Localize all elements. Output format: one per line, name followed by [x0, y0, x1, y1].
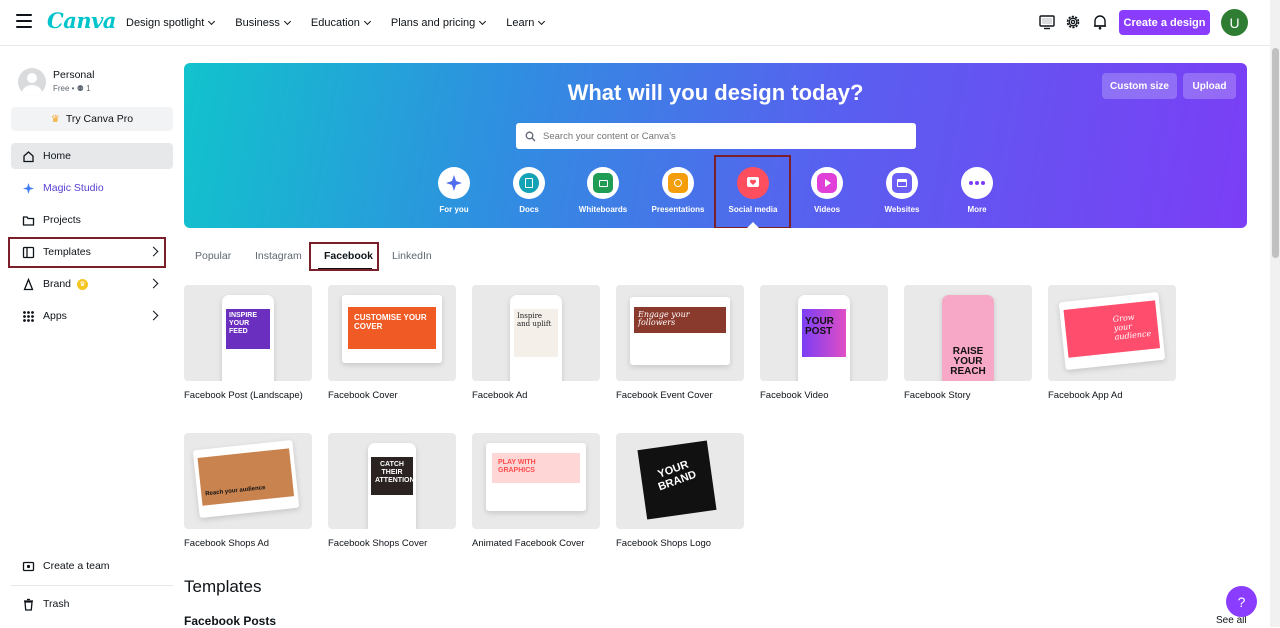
profile-avatar[interactable] — [18, 68, 46, 96]
template-card[interactable]: Engage your followers Facebook Event Cov… — [616, 285, 744, 401]
presentation-icon — [668, 173, 688, 193]
search-icon — [525, 131, 536, 141]
top-bar: Canva Design spotlight Business Educatio… — [0, 0, 1280, 46]
try-canva-pro-button[interactable]: ♛ Try Canva Pro — [11, 107, 173, 131]
search-bar[interactable] — [516, 123, 916, 149]
upload-button[interactable]: Upload — [1183, 73, 1236, 99]
card-thumbnail: YOUR POST — [760, 285, 888, 381]
category-whiteboards[interactable]: Whiteboards — [566, 167, 640, 214]
template-card[interactable]: YOUR BRAND Facebook Shops Logo — [616, 433, 744, 549]
chevron-down-icon — [208, 17, 216, 26]
card-thumbnail: PLAY WITH GRAPHICS — [472, 433, 600, 529]
monitor-icon[interactable] — [1038, 13, 1056, 31]
home-icon — [22, 150, 35, 163]
templates-highlight — [8, 237, 166, 268]
profile-name[interactable]: Personal — [53, 69, 94, 81]
template-card[interactable]: Inspire and uplift Facebook Ad — [472, 285, 600, 401]
trash-icon — [22, 598, 35, 611]
chevron-right-icon — [148, 278, 159, 289]
sparkle-icon — [22, 182, 35, 195]
hero-banner: What will you design today? Custom size … — [184, 63, 1247, 228]
category-videos[interactable]: Videos — [790, 167, 864, 214]
whiteboard-icon — [593, 173, 613, 193]
sidebar-item-home[interactable]: Home — [11, 143, 173, 169]
card-thumbnail: INSPIRE YOUR FEED — [184, 285, 312, 381]
template-card[interactable]: Reach your audience Facebook Shops Ad — [184, 433, 312, 549]
sidebar-divider — [11, 585, 173, 586]
canva-logo[interactable]: Canva — [47, 8, 116, 33]
card-thumbnail: Reach your audience — [184, 433, 312, 529]
hero-title: What will you design today? — [567, 80, 864, 105]
doc-icon — [519, 173, 539, 193]
template-card[interactable]: PLAY WITH GRAPHICS Animated Facebook Cov… — [472, 433, 600, 549]
nav-learn[interactable]: Learn — [506, 17, 546, 29]
tab-popular[interactable]: Popular — [195, 250, 231, 262]
custom-size-button[interactable]: Custom size — [1102, 73, 1177, 99]
nav-business[interactable]: Business — [235, 17, 291, 29]
grid-icon — [22, 310, 35, 323]
nav-plans-and-pricing[interactable]: Plans and pricing — [391, 17, 487, 29]
search-input[interactable] — [543, 130, 903, 142]
selected-notch — [747, 222, 759, 228]
chevron-down-icon — [283, 17, 291, 26]
template-card[interactable]: YOUR POST Facebook Video — [760, 285, 888, 401]
card-thumbnail: Engage your followers — [616, 285, 744, 381]
sidebar: Personal Free • ⚉ 1 ♛ Try Canva Pro Home… — [0, 47, 184, 627]
website-icon — [892, 173, 912, 193]
sidebar-item-brand[interactable]: Brand ♛ — [11, 271, 173, 297]
trash-button[interactable]: Trash — [11, 591, 173, 617]
category-more[interactable]: More — [940, 167, 1014, 214]
card-thumbnail: CUSTOMISE YOUR COVER — [328, 285, 456, 381]
subsection-title: Facebook Posts — [184, 614, 277, 628]
chevron-right-icon — [148, 310, 159, 321]
card-thumbnail: YOUR BRAND — [616, 433, 744, 529]
card-thumbnail: Inspire and uplift — [472, 285, 600, 381]
help-button[interactable]: ? — [1226, 586, 1257, 617]
bell-icon[interactable] — [1091, 13, 1109, 31]
section-title: Templates — [184, 577, 262, 596]
template-card[interactable]: Grow your audience Facebook App Ad — [1048, 285, 1176, 401]
chevron-down-icon — [538, 17, 546, 26]
card-thumbnail: Grow your audience — [1048, 285, 1176, 381]
sparkle-icon — [446, 175, 462, 191]
category-presentations[interactable]: Presentations — [641, 167, 715, 214]
sidebar-item-projects[interactable]: Projects — [11, 207, 173, 233]
team-icon — [22, 560, 35, 573]
nav-design-spotlight[interactable]: Design spotlight — [126, 17, 216, 29]
template-card[interactable]: CATCH THEIR ATTENTION Facebook Shops Cov… — [328, 433, 456, 549]
social-media-highlight — [714, 155, 791, 228]
template-card[interactable]: RAISE YOUR REACH Facebook Story — [904, 285, 1032, 401]
chevron-down-icon — [479, 17, 487, 26]
menu-icon[interactable] — [16, 14, 32, 30]
tab-instagram[interactable]: Instagram — [255, 250, 302, 262]
tab-linkedin[interactable]: LinkedIn — [392, 250, 432, 262]
facebook-tab-highlight — [309, 242, 379, 271]
top-nav: Design spotlight Business Education Plan… — [126, 0, 565, 46]
nav-education[interactable]: Education — [311, 17, 371, 29]
sidebar-item-magic-studio[interactable]: Magic Studio — [11, 175, 173, 201]
create-design-button[interactable]: Create a design — [1119, 10, 1210, 35]
gear-icon[interactable] — [1064, 13, 1082, 31]
crown-icon: ♛ — [50, 113, 60, 125]
category-websites[interactable]: Websites — [865, 167, 939, 214]
category-for-you[interactable]: For you — [417, 167, 491, 214]
create-team-button[interactable]: Create a team — [11, 553, 173, 579]
folder-icon — [22, 214, 35, 227]
video-icon — [817, 173, 837, 193]
template-card[interactable]: INSPIRE YOUR FEED Facebook Post (Landsca… — [184, 285, 312, 401]
crown-icon: ♛ — [77, 278, 89, 290]
card-thumbnail: RAISE YOUR REACH — [904, 285, 1032, 381]
card-thumbnail: CATCH THEIR ATTENTION — [328, 433, 456, 529]
scrollbar-thumb[interactable] — [1272, 48, 1279, 258]
user-avatar[interactable]: U — [1221, 9, 1248, 36]
sidebar-item-apps[interactable]: Apps — [11, 303, 173, 329]
template-card[interactable]: CUSTOMISE YOUR COVER Facebook Cover — [328, 285, 456, 401]
brand-icon — [22, 277, 35, 291]
more-icon — [969, 181, 985, 185]
chevron-down-icon — [363, 17, 371, 26]
profile-plan: Free • ⚉ 1 — [53, 84, 91, 93]
category-docs[interactable]: Docs — [492, 167, 566, 214]
